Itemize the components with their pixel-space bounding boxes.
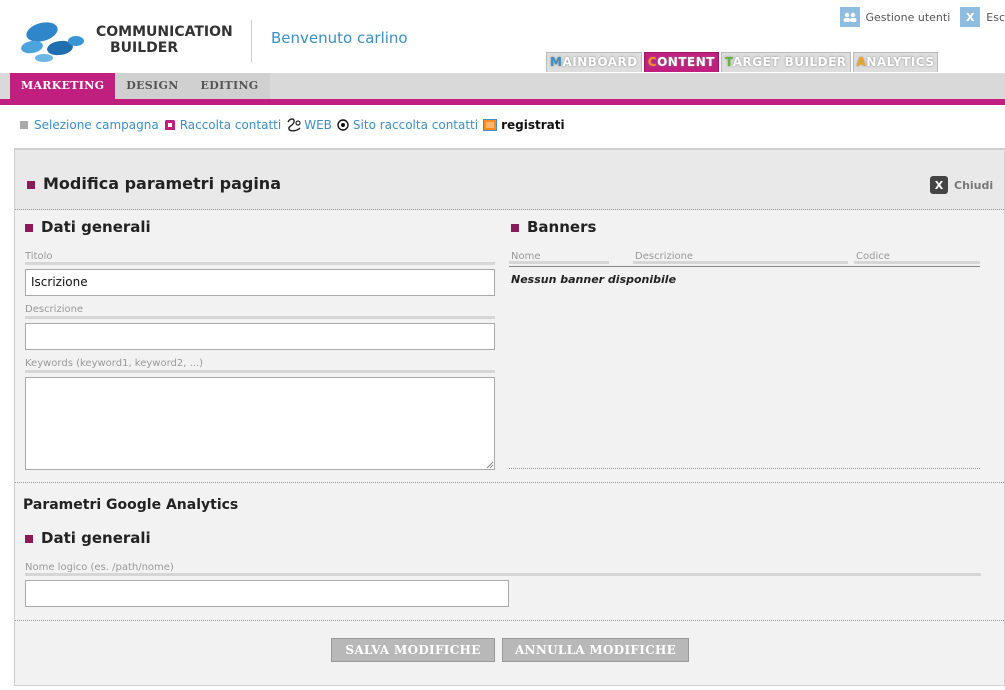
panel-title-text: Modifica parametri pagina bbox=[43, 174, 281, 193]
breadcrumb-current: registrati bbox=[483, 118, 565, 132]
bullet-icon bbox=[25, 223, 33, 232]
breadcrumb: Selezione campagna Raccolta contatti WEB… bbox=[20, 118, 570, 132]
description-input[interactable] bbox=[25, 323, 495, 350]
section-divider bbox=[15, 482, 1004, 483]
keywords-label: Keywords (keyword1, keyword2, ...) bbox=[25, 358, 204, 369]
breadcrumb-campaign-label: Selezione campagna bbox=[34, 118, 159, 132]
edit-page-panel: Modifica parametri pagina X Chiudi Dati … bbox=[14, 148, 1005, 686]
banners-section-title: Banners bbox=[511, 218, 596, 236]
resize-handle-icon[interactable] bbox=[486, 461, 494, 469]
top-links: Gestione utenti X Esc bbox=[839, 6, 1005, 28]
brand-separator bbox=[251, 20, 252, 62]
page-icon bbox=[483, 119, 498, 131]
main-tab-initial: M bbox=[550, 55, 563, 69]
main-tab-label: ONTENT bbox=[657, 55, 715, 69]
save-button[interactable]: SALVA MODIFICHE bbox=[331, 638, 495, 662]
main-tab-target-builder[interactable]: TARGET BUILDER bbox=[720, 52, 851, 72]
close-button[interactable]: X Chiudi bbox=[930, 176, 993, 194]
main-tab-initial: T bbox=[724, 55, 733, 69]
ga-general-title-text: Dati generali bbox=[41, 529, 151, 547]
breadcrumb-web-label: WEB bbox=[304, 118, 332, 132]
sub-tabs: MARKETING DESIGN EDITING bbox=[10, 73, 270, 99]
ga-general-title: Dati generali bbox=[25, 529, 151, 547]
banners-bottom-line bbox=[509, 468, 980, 469]
square-icon bbox=[20, 121, 28, 129]
description-label-line bbox=[25, 316, 495, 319]
exit-label: Esc bbox=[986, 10, 1005, 24]
bottom-divider bbox=[15, 620, 1004, 621]
panel-title: Modifica parametri pagina bbox=[27, 174, 281, 193]
main-tab-label: NALYTICS bbox=[866, 55, 935, 69]
main-tab-label: ARGET BUILDER bbox=[732, 55, 847, 69]
bullet-icon bbox=[511, 223, 519, 232]
general-section-title: Dati generali bbox=[25, 218, 151, 236]
main-tab-initial: C bbox=[647, 55, 658, 69]
title-label-line bbox=[25, 262, 495, 265]
user-admin-label: Gestione utenti bbox=[865, 10, 951, 24]
contacts-icon bbox=[164, 120, 175, 130]
ga-section-title: Parametri Google Analytics bbox=[23, 497, 239, 513]
breadcrumb-web[interactable]: WEB bbox=[286, 118, 332, 132]
banner-col-line-2 bbox=[633, 261, 848, 264]
accent-line bbox=[0, 99, 1005, 105]
breadcrumb-campaign[interactable]: Selezione campagna bbox=[20, 118, 159, 132]
no-banner-message: Nessun banner disponibile bbox=[511, 273, 677, 286]
logical-name-input[interactable] bbox=[25, 580, 509, 607]
sub-tab-design[interactable]: DESIGN bbox=[115, 73, 190, 99]
logical-name-label-line bbox=[25, 573, 981, 576]
breadcrumb-current-label: registrati bbox=[501, 118, 565, 132]
title-input[interactable]: Iscrizione bbox=[25, 269, 495, 296]
cancel-button[interactable]: ANNULLA MODIFICHE bbox=[502, 638, 689, 662]
breadcrumb-contacts-label: Raccolta contatti bbox=[179, 118, 282, 132]
sub-tab-editing[interactable]: EDITING bbox=[189, 73, 270, 99]
main-tab-content[interactable]: CONTENT bbox=[643, 52, 719, 72]
exit-link[interactable]: X Esc bbox=[960, 7, 1005, 27]
exit-icon: X bbox=[960, 7, 981, 27]
breadcrumb-site[interactable]: Sito raccolta contatti bbox=[337, 118, 478, 132]
breadcrumb-site-label: Sito raccolta contatti bbox=[352, 118, 479, 132]
sub-tab-marketing[interactable]: MARKETING bbox=[10, 73, 116, 99]
main-tabs: MAINBOARD CONTENT TARGET BUILDER ANALYTICS bbox=[546, 52, 940, 72]
target-icon bbox=[337, 119, 349, 131]
banner-col-line-3 bbox=[854, 261, 980, 264]
bullet-icon bbox=[25, 534, 33, 543]
close-label: Chiudi bbox=[954, 178, 994, 192]
welcome-message: Benvenuto carlino bbox=[271, 29, 408, 47]
web-link-icon bbox=[287, 118, 301, 132]
panel-header: Modifica parametri pagina X Chiudi bbox=[15, 150, 1004, 210]
users-icon bbox=[839, 7, 860, 27]
main-tab-label: AINBOARD bbox=[562, 55, 638, 69]
title-label: Titolo bbox=[25, 251, 53, 262]
description-label: Descrizione bbox=[25, 304, 84, 315]
brand-line-1: COMMUNICATION bbox=[96, 24, 233, 40]
brand-line-2: BUILDER bbox=[110, 40, 179, 56]
bullet-icon bbox=[27, 180, 35, 189]
brand-name: COMMUNICATION BUILDER bbox=[96, 24, 233, 56]
communication-builder-logo bbox=[21, 22, 84, 62]
banner-col-line-1 bbox=[509, 261, 609, 264]
keywords-label-line bbox=[25, 370, 495, 373]
general-title-text: Dati generali bbox=[41, 218, 151, 236]
breadcrumb-contacts[interactable]: Raccolta contatti bbox=[164, 118, 282, 132]
main-tab-mainboard[interactable]: MAINBOARD bbox=[546, 52, 642, 72]
user-admin-link[interactable]: Gestione utenti bbox=[839, 7, 951, 27]
banners-header-line bbox=[509, 266, 980, 267]
close-icon: X bbox=[930, 176, 948, 194]
main-tab-analytics[interactable]: ANALYTICS bbox=[852, 52, 939, 72]
logical-name-label: Nome logico (es. /path/nome) bbox=[25, 562, 174, 573]
banners-title-text: Banners bbox=[527, 218, 597, 236]
main-tab-initial: A bbox=[856, 55, 867, 69]
keywords-textarea[interactable] bbox=[25, 377, 495, 470]
